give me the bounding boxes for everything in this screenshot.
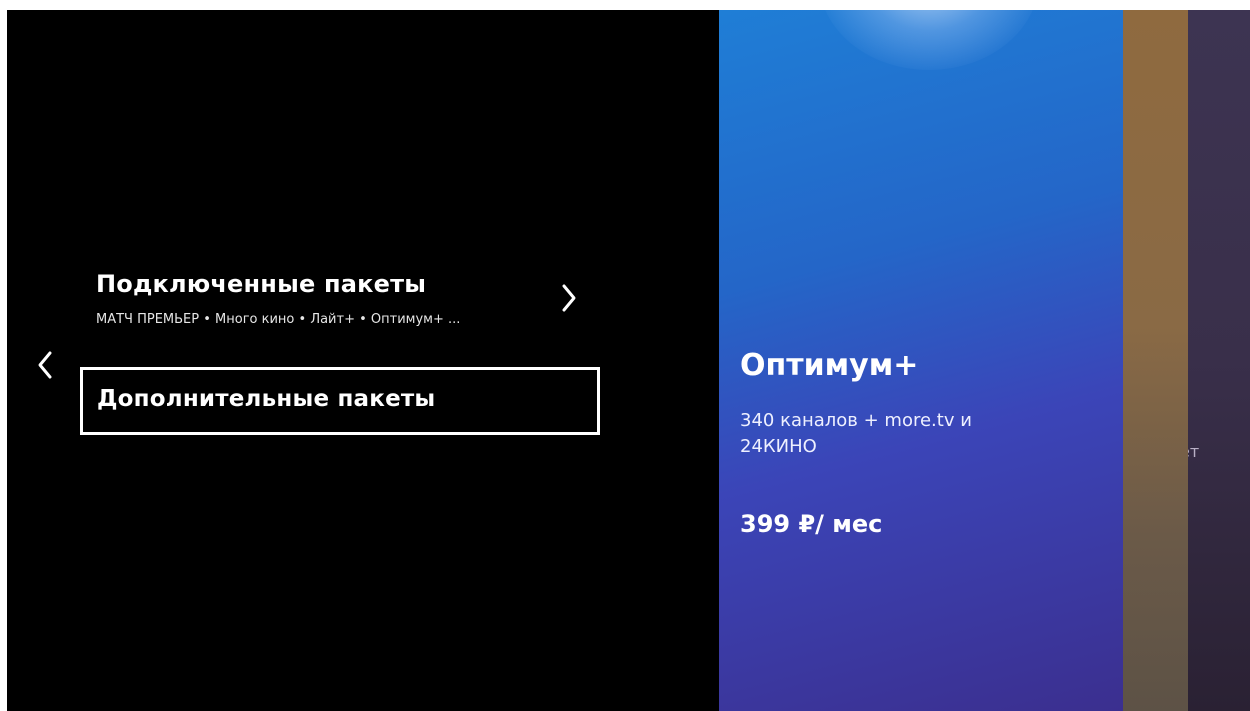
package-description: 340 каналов + more.tv и 24КИНО: [740, 410, 972, 457]
chevron-left-icon[interactable]: [35, 349, 55, 381]
tv-screen: Подключенные пакеты МАТЧ ПРЕМЬЕР • Много…: [7, 10, 1250, 711]
card-glow: [819, 10, 1039, 70]
chevron-right-icon: [560, 282, 578, 314]
connected-packages-item[interactable]: Подключенные пакеты МАТЧ ПРЕМЬЕР • Много…: [80, 270, 600, 340]
package-card-third-text: ет: [1188, 442, 1200, 461]
connected-packages-title: Подключенные пакеты: [96, 270, 427, 298]
additional-packages-item[interactable]: Дополнительные пакеты: [80, 367, 600, 435]
package-price: 399 ₽/ мес: [740, 510, 883, 538]
package-name: Оптимум+: [740, 348, 919, 383]
package-card-second[interactable]: [1123, 10, 1188, 711]
additional-packages-title: Дополнительные пакеты: [97, 386, 436, 412]
package-card-optimum[interactable]: Оптимум+ 340 каналов + more.tv и 24КИНО …: [719, 10, 1123, 711]
package-card-third[interactable]: ет: [1188, 10, 1250, 711]
connected-packages-list: МАТЧ ПРЕМЬЕР • Много кино • Лайт+ • Опти…: [96, 312, 461, 327]
